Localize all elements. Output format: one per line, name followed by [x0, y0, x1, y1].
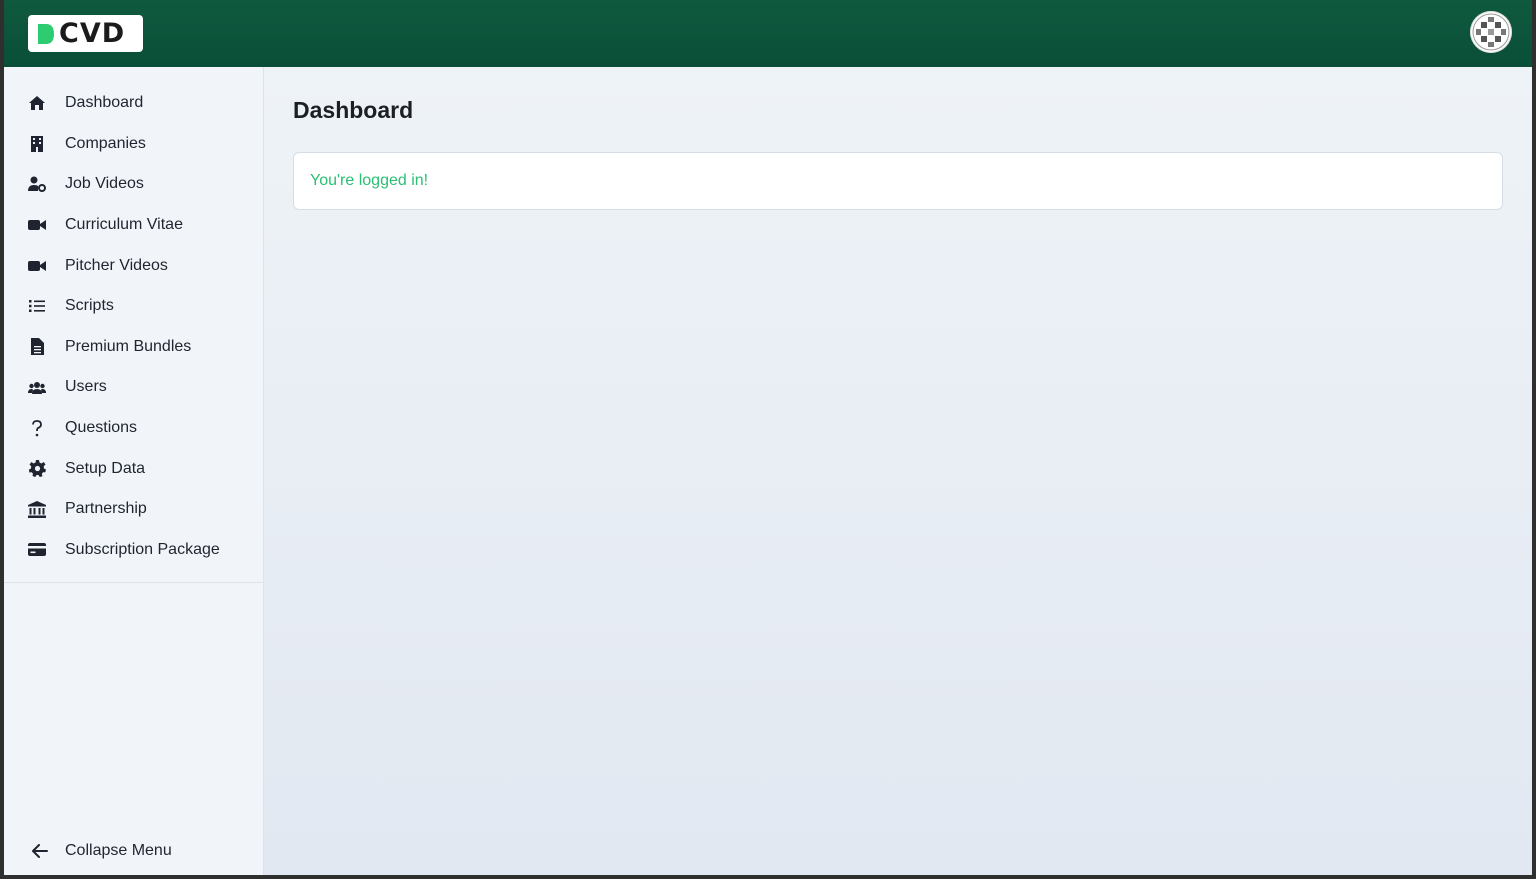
collapse-menu-button[interactable]: Collapse Menu — [4, 839, 263, 863]
file-icon — [28, 338, 46, 356]
sidebar-item-pitcher-videos[interactable]: Pitcher Videos — [4, 245, 263, 286]
sidebar-item-label: Pitcher Videos — [65, 256, 168, 274]
status-card: You're logged in! — [293, 152, 1503, 210]
app-root: CVD Dashboard Companies Job Videos Curri… — [4, 0, 1532, 875]
sidebar-item-label: Users — [65, 378, 107, 396]
video-camera-icon — [28, 257, 46, 275]
sidebar-item-scripts[interactable]: Scripts — [4, 286, 263, 327]
sidebar-item-job-videos[interactable]: Job Videos — [4, 164, 263, 205]
sidebar-item-users[interactable]: Users — [4, 367, 263, 408]
sidebar-item-label: Subscription Package — [65, 540, 220, 558]
home-icon — [28, 94, 46, 112]
sidebar-item-partnership[interactable]: Partnership — [4, 489, 263, 530]
sidebar-item-curriculum-vitae[interactable]: Curriculum Vitae — [4, 205, 263, 246]
credit-card-icon — [28, 541, 46, 559]
main-content: Dashboard You're logged in! — [264, 67, 1532, 875]
sidebar-divider — [4, 582, 263, 583]
window-frame: CVD Dashboard Companies Job Videos Curri… — [0, 0, 1536, 879]
sidebar-item-dashboard[interactable]: Dashboard — [4, 83, 263, 124]
sidebar-item-label: Questions — [65, 419, 138, 437]
top-bar: CVD — [4, 0, 1532, 67]
list-icon — [28, 297, 46, 315]
sidebar-item-label: Premium Bundles — [65, 337, 192, 355]
sidebar-item-label: Companies — [65, 134, 146, 152]
logo-mark-icon — [38, 23, 54, 44]
user-avatar[interactable] — [1470, 11, 1512, 53]
collapse-menu-label: Collapse Menu — [65, 842, 172, 859]
sidebar-item-label: Scripts — [65, 297, 114, 315]
bank-icon — [28, 500, 46, 518]
sidebar-item-label: Job Videos — [65, 175, 144, 193]
user-avatar-icon — [1472, 13, 1510, 51]
user-gear-icon — [28, 175, 46, 193]
question-icon — [28, 419, 46, 437]
page-title: Dashboard — [293, 97, 414, 123]
sidebar-item-label: Curriculum Vitae — [65, 216, 183, 234]
status-message: You're logged in! — [310, 172, 429, 189]
arrow-left-icon — [32, 842, 50, 860]
gear-icon — [28, 460, 46, 478]
sidebar-menu: Dashboard Companies Job Videos Curriculu… — [4, 83, 263, 570]
video-camera-icon — [28, 216, 46, 234]
sidebar-item-label: Setup Data — [65, 459, 146, 477]
sidebar-item-questions[interactable]: Questions — [4, 408, 263, 449]
sidebar-item-label: Dashboard — [65, 94, 144, 112]
users-icon — [28, 378, 46, 396]
sidebar-item-label: Partnership — [65, 500, 147, 518]
sidebar-item-companies[interactable]: Companies — [4, 124, 263, 165]
sidebar-item-premium-bundles[interactable]: Premium Bundles — [4, 327, 263, 368]
sidebar-item-subscription-package[interactable]: Subscription Package — [4, 530, 263, 571]
logo-text: CVD — [59, 18, 126, 49]
sidebar-item-setup-data[interactable]: Setup Data — [4, 448, 263, 489]
brand-logo[interactable]: CVD — [28, 15, 143, 52]
building-icon — [28, 135, 46, 153]
sidebar: Dashboard Companies Job Videos Curriculu… — [4, 67, 264, 875]
